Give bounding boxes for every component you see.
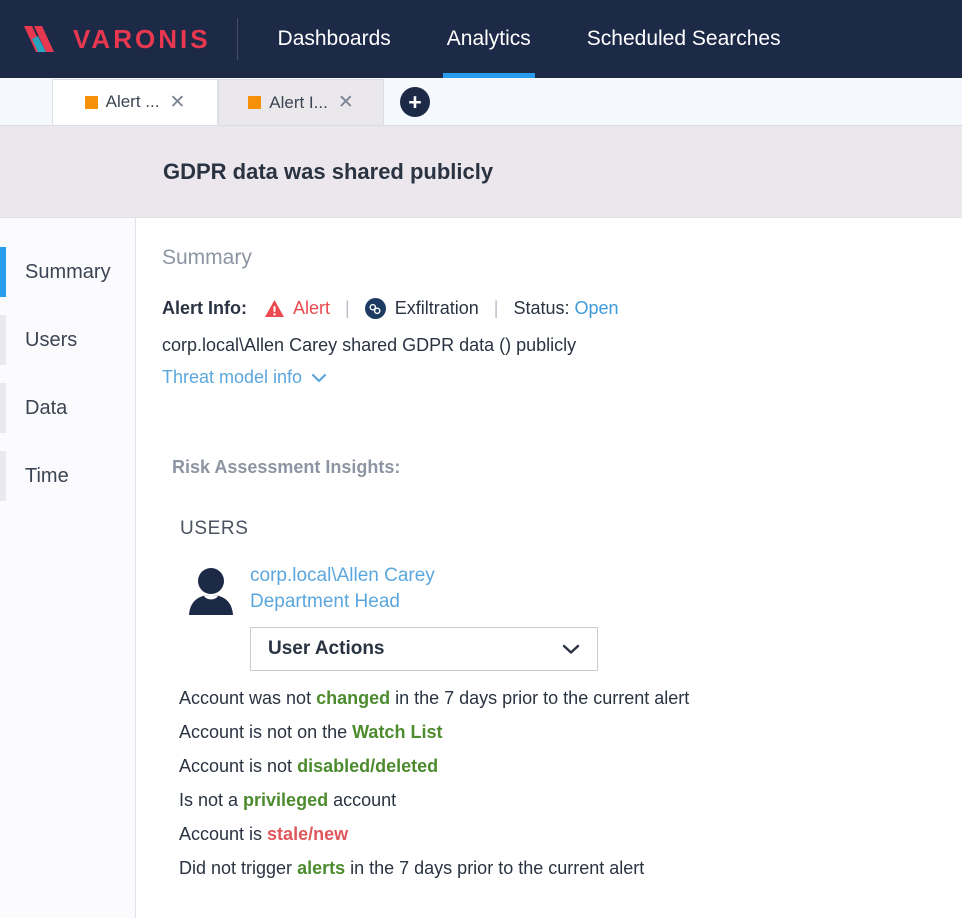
insight-prefix: Account is not [179,756,297,776]
insight-highlight: Watch List [352,722,442,742]
insight-highlight: stale/new [267,824,348,844]
tab-alert-2[interactable]: Alert I... ✕ [218,79,384,125]
users-section-heading: USERS [180,518,962,540]
main-content: Summary Alert Info: Alert | [136,218,962,918]
user-actions-dropdown[interactable]: User Actions [250,627,598,671]
tab-label: Alert ... [106,92,160,112]
risk-insight-line: Account was not changed in the 7 days pr… [179,681,962,715]
insight-prefix: Account is not on the [179,722,352,742]
tab-status-swatch-icon [248,96,261,109]
risk-insights-title: Risk Assessment Insights: [172,457,962,478]
insight-highlight: changed [316,688,390,708]
insight-highlight: privileged [243,790,328,810]
insight-suffix: in the 7 days prior to the current alert [390,688,689,708]
page-title: GDPR data was shared publicly [163,159,493,185]
insight-prefix: Account was not [179,688,316,708]
nav-item-analytics[interactable]: Analytics [419,0,559,78]
nav-item-list: Dashboards Analytics Scheduled Searches [250,0,809,78]
alert-info-row: Alert Info: Alert | Exfi [162,298,962,319]
varonis-slash-logo-icon [22,24,64,54]
separator-2: | [494,298,499,319]
risk-insight-list: Account was not changed in the 7 days pr… [179,681,962,885]
alert-category-text: Exfiltration [395,298,479,319]
threat-model-info-link[interactable]: Threat model info [162,367,327,388]
separator-1: | [345,298,350,319]
close-icon[interactable]: ✕ [169,93,185,112]
insight-prefix: Is not a [179,790,243,810]
brand-name: VARONIS [73,26,211,52]
sidebar: Summary Users Data Time [0,218,136,918]
threat-model-info-label: Threat model info [162,367,302,388]
user-name-link[interactable]: corp.local\Allen Carey [250,563,598,589]
sidebar-item-data[interactable]: Data [0,374,135,442]
risk-insight-line: Did not trigger alerts in the 7 days pri… [179,851,962,885]
nav-item-scheduled-searches[interactable]: Scheduled Searches [559,0,809,78]
tab-status-swatch-icon [85,96,98,109]
sidebar-item-time[interactable]: Time [0,442,135,510]
alert-category: Exfiltration [365,298,479,319]
content-heading: Summary [162,246,962,270]
plus-circle-icon[interactable]: + [400,87,430,117]
user-actions-label: User Actions [268,638,385,660]
nav-divider [237,18,238,60]
user-meta: corp.local\Allen Carey Department Head U… [250,561,598,671]
top-navigation-bar: VARONIS Dashboards Analytics Scheduled S… [0,0,962,78]
sidebar-item-users[interactable]: Users [0,306,135,374]
risk-insight-line: Is not a privileged account [179,783,962,817]
close-icon[interactable]: ✕ [338,93,354,112]
user-block: corp.local\Allen Carey Department Head U… [184,561,962,671]
chevron-down-icon [311,373,327,383]
nav-item-dashboards[interactable]: Dashboards [250,0,419,78]
alert-severity-text: Alert [293,298,330,319]
alert-severity: Alert [264,298,330,319]
brand-logo[interactable]: VARONIS [0,0,211,78]
user-role-link[interactable]: Department Head [250,589,598,615]
tab-alert-1[interactable]: Alert ... ✕ [52,79,218,125]
alert-info-label: Alert Info: [162,298,247,319]
insight-suffix: in the 7 days prior to the current alert [345,858,644,878]
status-badge[interactable]: Open [574,298,618,319]
user-avatar-icon [184,561,250,671]
risk-insight-line: Account is not on the Watch List [179,715,962,749]
chevron-down-icon [561,643,581,655]
insight-highlight: disabled/deleted [297,756,438,776]
tab-label: Alert I... [269,93,328,113]
chain-link-icon [365,298,386,319]
risk-insight-line: Account is not disabled/deleted [179,749,962,783]
risk-insight-line: Account is stale/new [179,817,962,851]
insight-highlight: alerts [297,858,345,878]
insight-prefix: Did not trigger [179,858,297,878]
insight-suffix: account [328,790,396,810]
warning-triangle-icon [264,299,285,318]
status-label: Status: [513,298,569,319]
alert-description: corp.local\Allen Carey shared GDPR data … [162,335,962,356]
tab-strip: Alert ... ✕ Alert I... ✕ + [0,78,962,126]
page-title-band: GDPR data was shared publicly [0,126,962,218]
body-container: Summary Users Data Time Summary Alert In… [0,218,962,918]
insight-prefix: Account is [179,824,267,844]
sidebar-item-summary[interactable]: Summary [0,238,135,306]
